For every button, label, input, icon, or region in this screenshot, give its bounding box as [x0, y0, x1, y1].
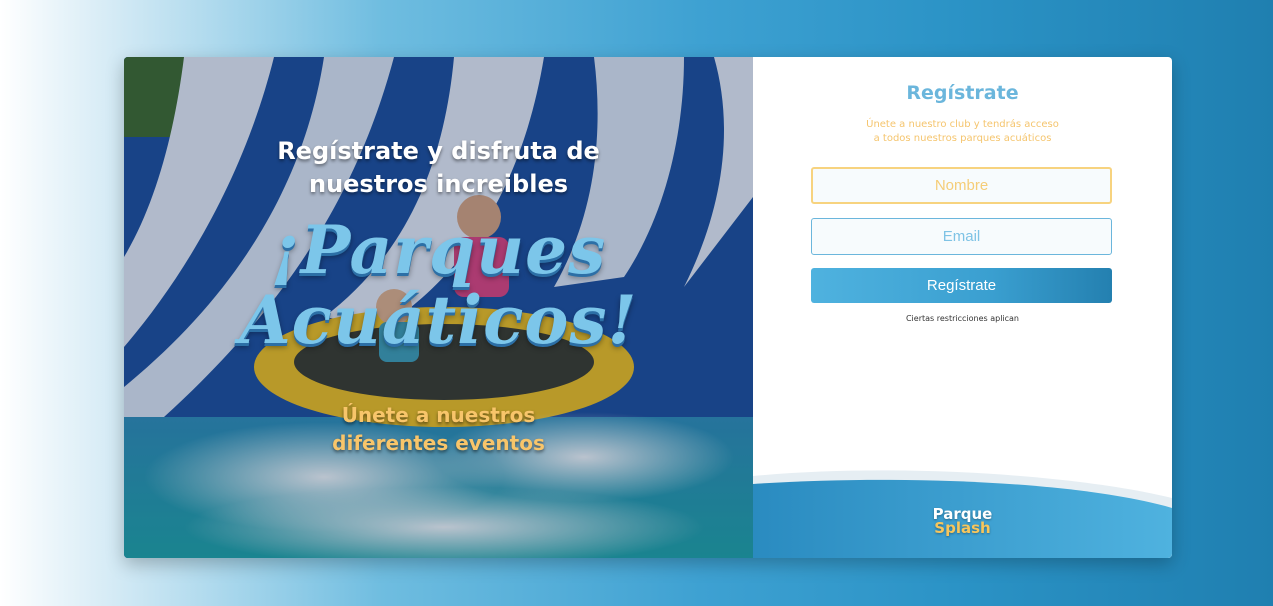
hero-panel: Regístrate y disfruta de nuestros increi…	[124, 57, 753, 558]
hero-headline: Regístrate y disfruta de nuestros increi…	[277, 137, 600, 198]
name-input[interactable]	[811, 167, 1112, 204]
form-description-line2: a todos nuestros parques acuáticos	[873, 133, 1052, 144]
form-description: Únete a nuestro club y tendrás acceso a …	[753, 118, 1172, 146]
register-button[interactable]: Regístrate	[811, 268, 1112, 303]
signup-card: Regístrate y disfruta de nuestros increi…	[124, 57, 1172, 558]
signup-panel: Regístrate Únete a nuestro club y tendrá…	[753, 57, 1172, 558]
email-input[interactable]	[811, 218, 1112, 255]
form-title: Regístrate	[906, 82, 1019, 104]
hero-big-title-line2: Acuáticos!	[239, 281, 638, 359]
hero-big-title: ¡Parques Acuáticos!	[124, 215, 753, 355]
parque-splash-logo: Parque Splash	[753, 507, 1172, 537]
hero-text: Regístrate y disfruta de nuestros increi…	[124, 57, 753, 558]
logo-line2: Splash	[934, 519, 991, 537]
form-description-line1: Únete a nuestro club y tendrás acceso	[866, 119, 1059, 130]
restrictions-note: Ciertas restricciones aplican	[905, 314, 1020, 323]
hero-big-title-line1: ¡Parques	[270, 211, 607, 289]
hero-subtitle: Únete a nuestros diferentes eventos	[332, 403, 545, 455]
